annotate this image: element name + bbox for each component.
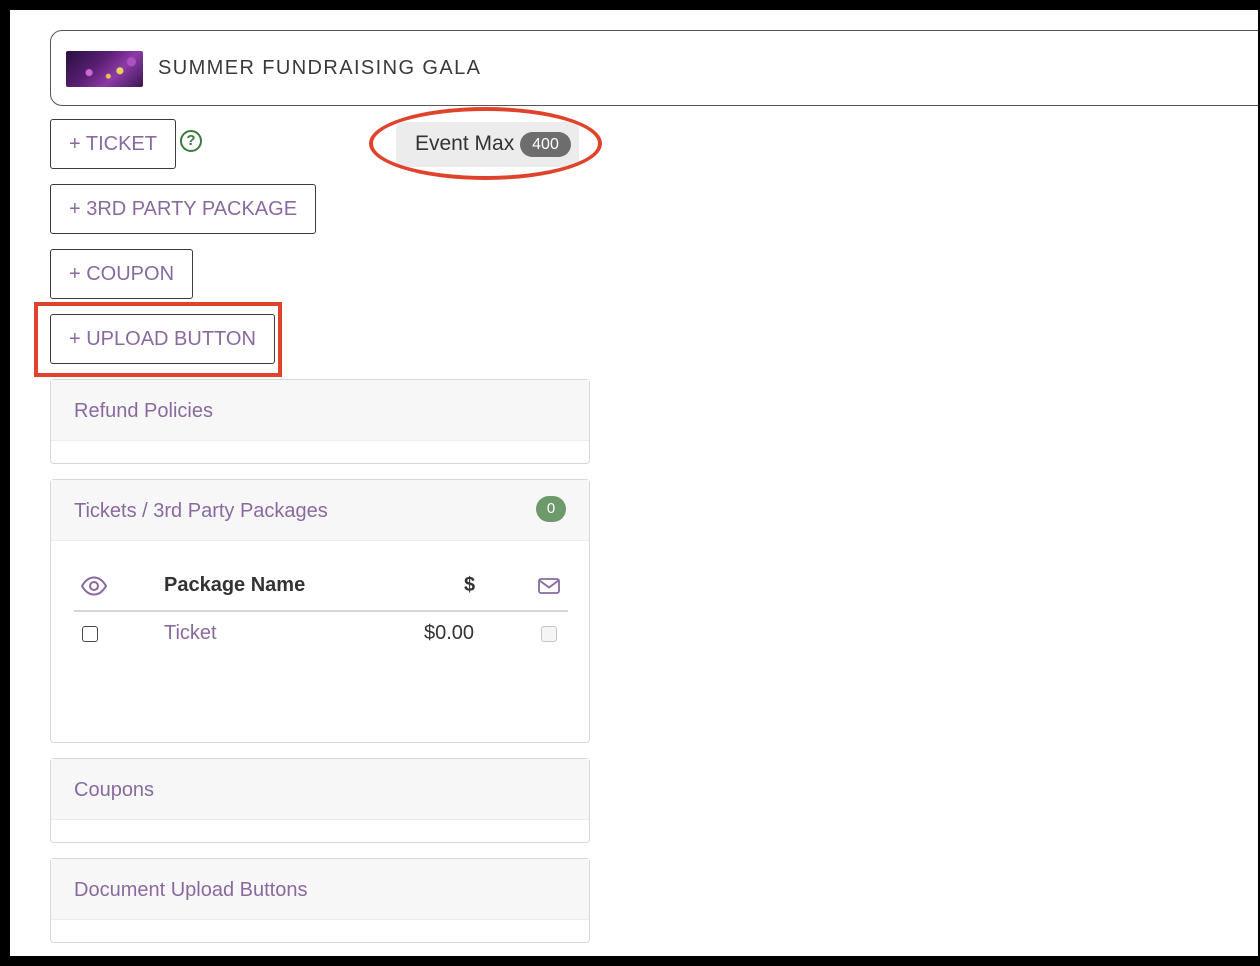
column-header-package-name[interactable]: Package Name <box>164 574 305 597</box>
event-max-indicator: Event Max 400 <box>396 122 579 167</box>
event-max-label: Event Max <box>415 132 515 155</box>
visible-checkbox[interactable] <box>82 626 98 642</box>
event-header[interactable]: SUMMER FUNDRAISING GALA <box>50 30 1258 106</box>
event-title: SUMMER FUNDRAISING GALA <box>158 57 482 79</box>
add-ticket-button[interactable]: + TICKET <box>50 119 176 169</box>
add-upload-button[interactable]: + UPLOAD BUTTON <box>50 314 275 364</box>
event-thumbnail <box>66 51 143 87</box>
table-row: Ticket $0.00 <box>74 620 568 654</box>
add-coupon-button[interactable]: + COUPON <box>50 249 194 299</box>
panel-title: Coupons <box>74 779 155 801</box>
refund-policies-panel: Refund Policies <box>50 379 590 464</box>
tickets-panel: Tickets / 3rd Party Packages 0 Package N… <box>50 479 590 743</box>
tickets-count-badge: 0 <box>536 496 566 522</box>
eye-icon <box>81 576 107 596</box>
panel-title: Refund Policies <box>74 400 213 422</box>
column-header-price[interactable]: $ <box>464 574 475 597</box>
event-max-badge: 400 <box>520 132 571 157</box>
package-price: $0.00 <box>424 622 475 644</box>
tickets-header[interactable]: Tickets / 3rd Party Packages 0 <box>51 480 589 541</box>
coupons-header[interactable]: Coupons <box>51 759 589 820</box>
panel-title: Tickets / 3rd Party Packages <box>74 500 328 522</box>
document-upload-header[interactable]: Document Upload Buttons <box>51 859 589 920</box>
page-canvas: SUMMER FUNDRAISING GALA + TICKET ? Event… <box>10 10 1258 956</box>
refund-policies-header[interactable]: Refund Policies <box>51 380 589 441</box>
add-3rd-party-package-button[interactable]: + 3RD PARTY PACKAGE <box>50 184 317 234</box>
envelope-icon <box>538 578 560 594</box>
panel-title: Document Upload Buttons <box>74 879 308 901</box>
email-checkbox[interactable] <box>541 626 557 642</box>
document-upload-panel: Document Upload Buttons <box>50 858 590 943</box>
help-icon[interactable]: ? <box>180 130 202 152</box>
coupons-panel: Coupons <box>50 758 590 843</box>
table-header: Package Name $ <box>74 570 568 612</box>
package-name-link[interactable]: Ticket <box>164 622 217 645</box>
